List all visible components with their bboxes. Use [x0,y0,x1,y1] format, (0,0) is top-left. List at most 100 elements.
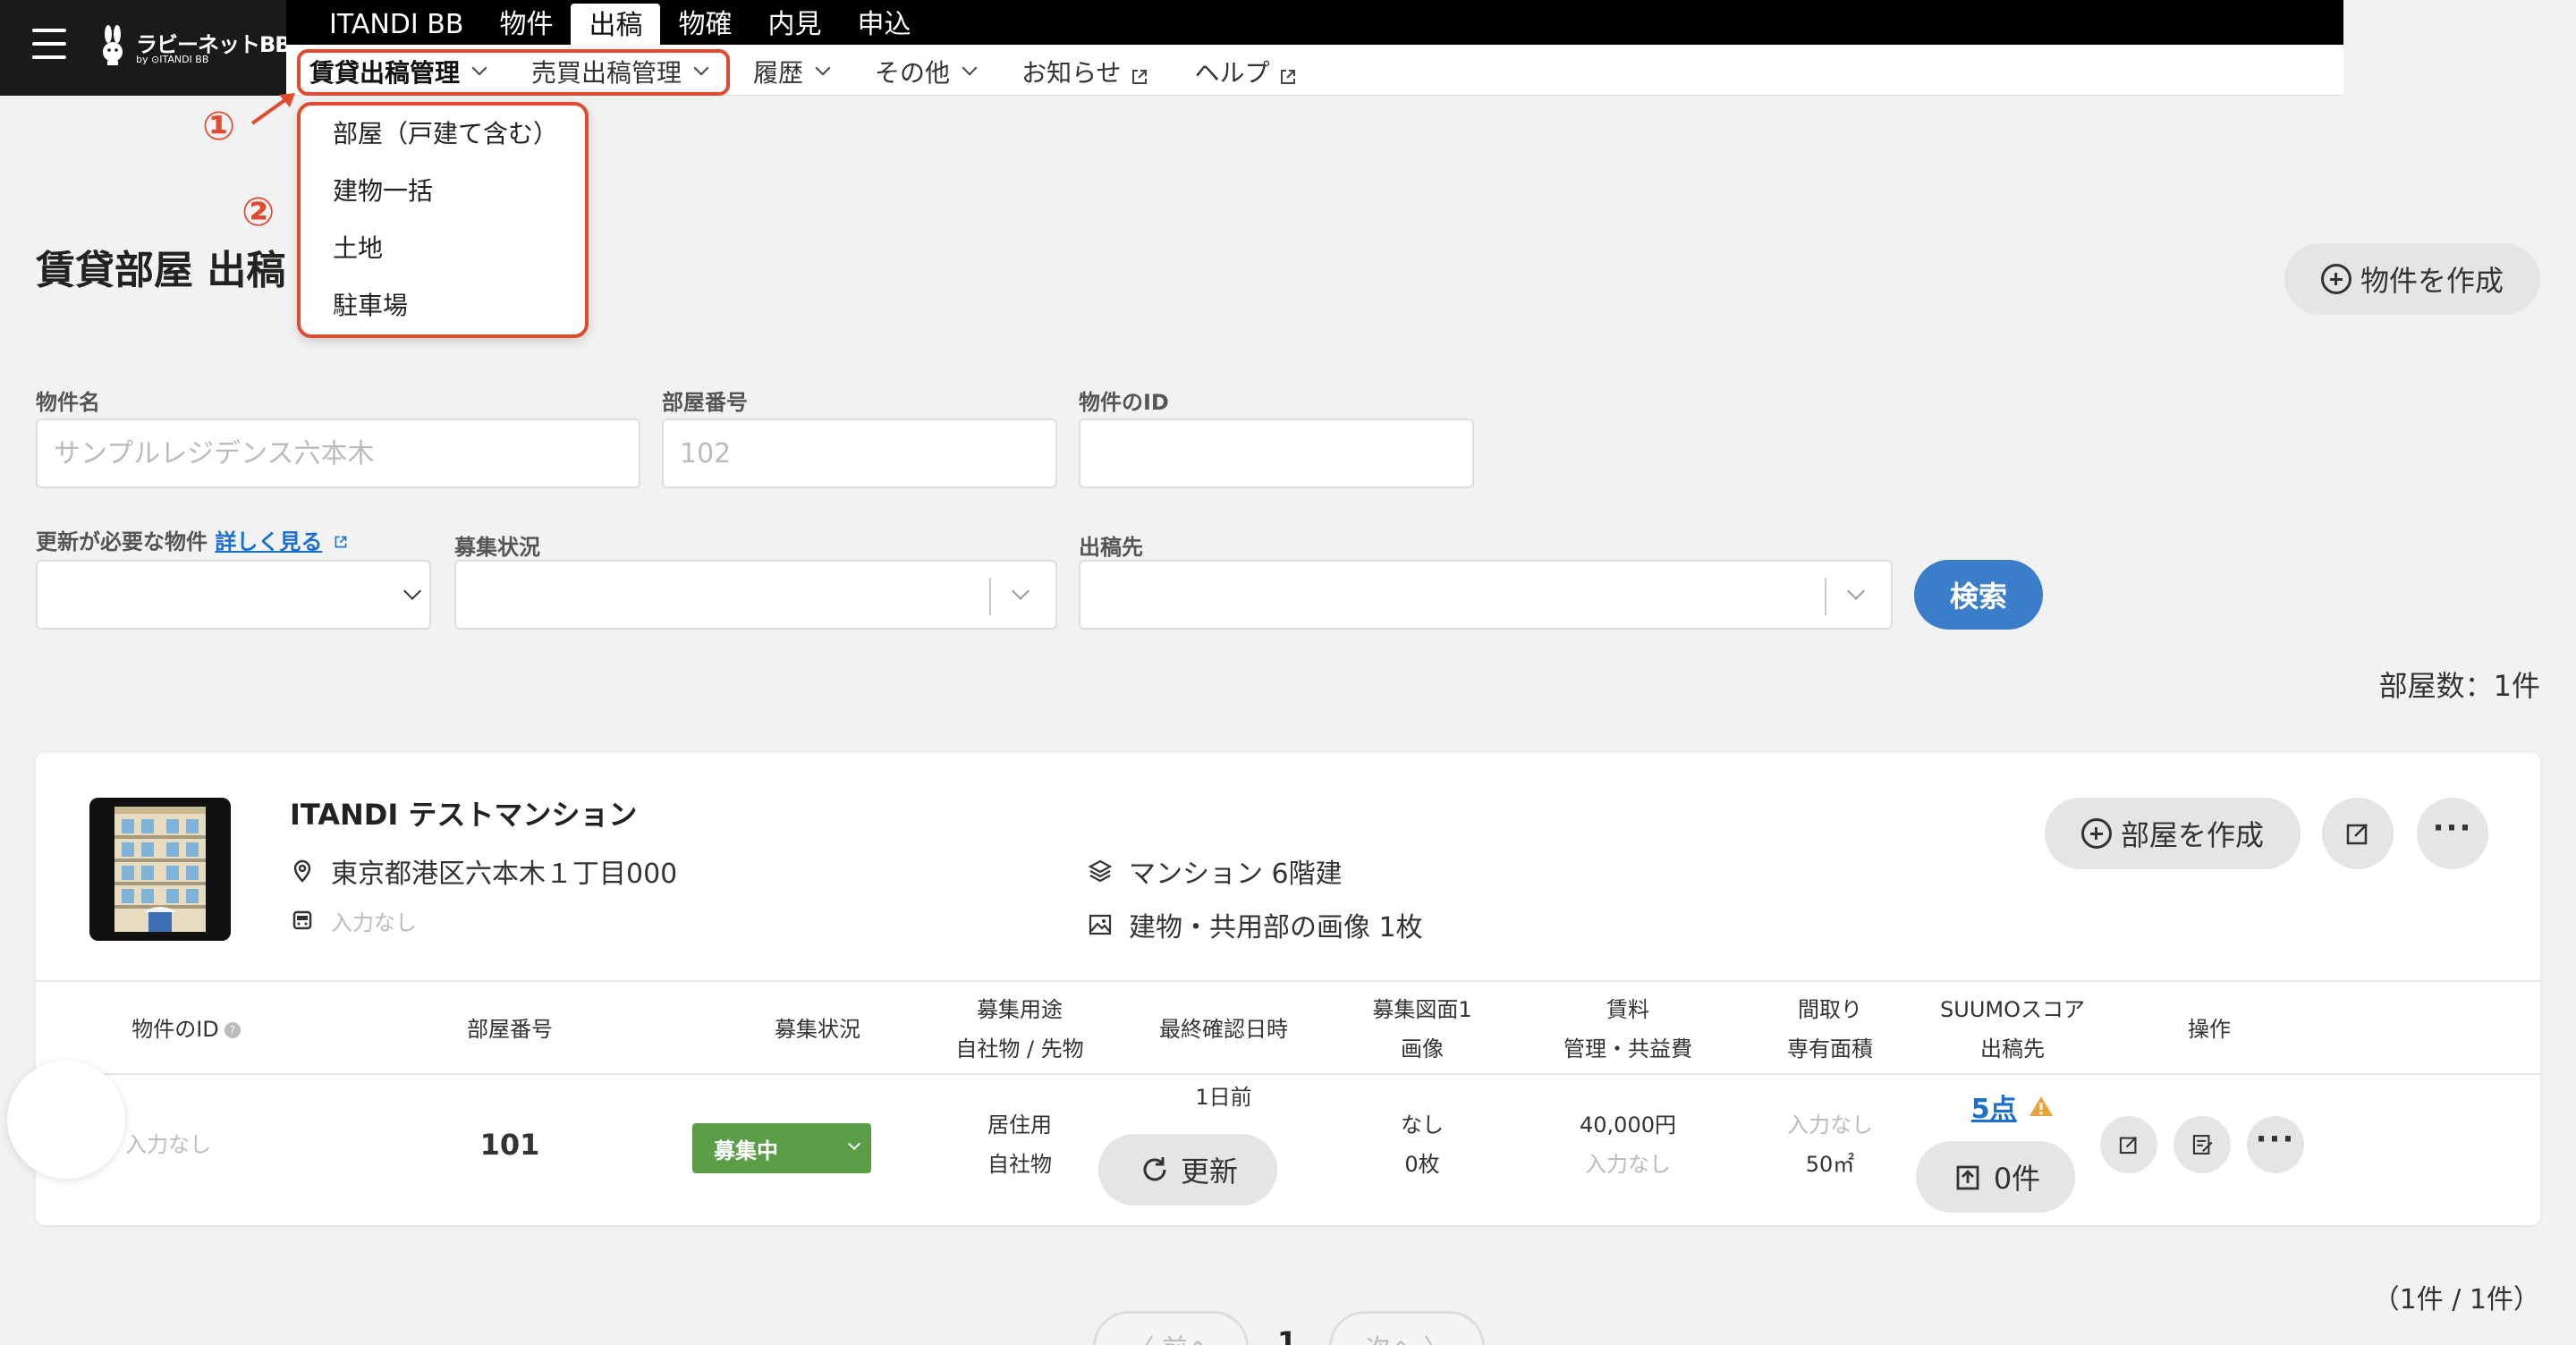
page-title: 賃貸部屋 出稿 [36,248,286,293]
cell-ownership: 自社物 [987,1152,1052,1177]
floating-action-button[interactable] [7,1061,125,1179]
help-icon[interactable]: ? [224,1022,241,1038]
property-type-row: マンション 6階建 [1088,851,1343,891]
update-label: 更新 [1180,1155,1238,1189]
logo-subtext: by ⊙ITANDI BB [136,54,209,65]
th-suumo-line1: SUUMOスコア [1940,997,2085,1022]
search-button[interactable]: 検索 [1914,560,2043,630]
nav-property[interactable]: 物件 [481,0,571,45]
update-needed-select[interactable] [36,560,431,630]
th-layout-line1: 間取り [1798,997,1862,1022]
chevron-down-icon [1847,582,1865,600]
prev-page-button[interactable]: 〈 前へ [1093,1311,1249,1345]
th-rent-line2: 管理・共益費 [1563,1036,1692,1062]
current-page[interactable]: 1 [1277,1325,1297,1345]
cell-usage-type: 居住用 [987,1112,1052,1138]
hamburger-menu-icon[interactable] [32,29,66,59]
annotation-two: ② [242,190,275,235]
th-usage: 募集用途 自社物 / 先物 [921,982,1118,1077]
dropdown-item-parking[interactable]: 駐車場 [301,277,585,334]
create-property-label: 物件を作成 [2360,264,2504,298]
property-images: 建物・共用部の画像 1枚 [1129,912,1423,943]
external-link-icon [334,529,348,548]
th-layout-line2: 専有面積 [1787,1036,1873,1062]
nav-viewing[interactable]: 内見 [750,0,839,45]
dropdown-item-land[interactable]: 土地 [301,220,585,277]
chevron-down-icon [847,1137,861,1151]
cell-usage: 居住用 自社物 [921,1105,1118,1184]
sub-nav-news-label: お知らせ [1021,57,1122,88]
rabbit-logo-icon [103,25,123,65]
th-property-id: 物件のID? [114,982,258,1077]
th-plan-line1: 募集図面1 [1372,997,1472,1022]
property-name[interactable]: ITANDI テストマンション [290,792,637,833]
th-suumo-line2: 出稿先 [1980,1036,2045,1062]
brand-area: ラビーネットBB by ⊙ITANDI BB [0,0,292,96]
cell-rent-value: 40,000円 [1580,1112,1676,1138]
destinations-button[interactable]: 0件 [1916,1141,2075,1213]
sub-nav-other[interactable]: その他 [875,54,978,89]
nav-publish[interactable]: 出稿 [571,4,661,45]
row-more-button[interactable]: ··· [2247,1116,2304,1173]
status-label: 募集中 [714,1138,778,1163]
sub-nav-other-label: その他 [875,57,951,88]
cell-rent: 40,000円 入力なし [1538,1105,1717,1184]
cell-suumo-score: 5点 [1914,1087,2111,1132]
room-number-input[interactable] [662,419,1057,488]
th-plan: 募集図面1 画像 [1333,982,1512,1077]
property-id-label: 物件のID [1079,390,1169,415]
status-select[interactable]: 募集中 [692,1123,871,1173]
sub-nav-help[interactable]: ヘルプ [1195,54,1297,89]
edit-document-icon [2192,1135,2213,1155]
property-station: 入力なし [331,910,417,935]
more-dots-icon: ··· [2432,810,2473,846]
destination-select[interactable] [1079,560,1893,630]
cell-layout: 入力なし 50㎡ [1741,1105,1919,1184]
plus-circle-icon [2080,818,2112,849]
th-room-number: 部屋番号 [467,1017,553,1042]
dropdown-item-room[interactable]: 部屋（戸建て含む） [301,106,585,163]
chevron-down-icon [815,60,831,75]
train-icon [292,910,312,929]
property-more-button[interactable]: ··· [2417,798,2488,869]
property-name-input[interactable] [36,419,640,488]
nav-itandi-bb[interactable]: ITANDI BB [311,0,481,45]
external-link-icon [1131,63,1148,84]
th-suumo: SUUMOスコア 出稿先 [1914,982,2111,1077]
chevron-down-icon [962,60,978,75]
suumo-score-link[interactable]: 5点 [1971,1094,2017,1125]
warning-icon [2029,1095,2054,1116]
th-usage-line2: 自社物 / 先物 [955,1036,1084,1062]
row-detail-edit-button[interactable] [2174,1116,2231,1173]
property-type: マンション 6階建 [1129,859,1343,890]
th-actions: 操作 [2188,1017,2231,1042]
building-icon [89,798,231,941]
cell-area: 50㎡ [1805,1152,1855,1177]
upload-icon [1956,1165,1979,1190]
nav-property-check[interactable]: 物確 [660,0,750,45]
next-page-button[interactable]: 次へ 〉 [1329,1311,1485,1345]
row-edit-button[interactable] [2100,1116,2157,1173]
update-button[interactable]: 更新 [1098,1134,1277,1205]
cell-last-confirmed: 1日前 [1195,1085,1252,1110]
dropdown-item-building[interactable]: 建物一括 [301,163,585,220]
sub-nav-help-label: ヘルプ [1194,57,1270,88]
edit-property-button[interactable] [2322,798,2394,869]
recruit-status-select[interactable] [454,560,1057,630]
logo[interactable]: ラビーネットBB by ⊙ITANDI BB [100,21,292,72]
property-address-row: 東京都港区六本木１丁目000 [290,851,677,891]
nav-application[interactable]: 申込 [839,0,928,45]
layers-icon [1088,859,1113,883]
recruit-status-label: 募集状況 [454,535,540,560]
sub-nav-history[interactable]: 履歴 [753,54,831,89]
property-id-input[interactable] [1079,419,1474,488]
rental-management-dropdown: 部屋（戸建て含む） 建物一括 土地 駐車場 [297,102,589,338]
cell-room-number[interactable]: 101 [420,1118,599,1172]
external-link-icon [1279,63,1297,84]
create-room-button[interactable]: 部屋を作成 [2045,798,2301,869]
create-room-label: 部屋を作成 [2120,818,2264,852]
location-pin-icon [293,859,311,883]
sub-nav-news[interactable]: お知らせ [1021,54,1148,89]
details-link[interactable]: 詳しく見る [215,529,322,554]
create-property-button[interactable]: 物件を作成 [2284,243,2540,315]
